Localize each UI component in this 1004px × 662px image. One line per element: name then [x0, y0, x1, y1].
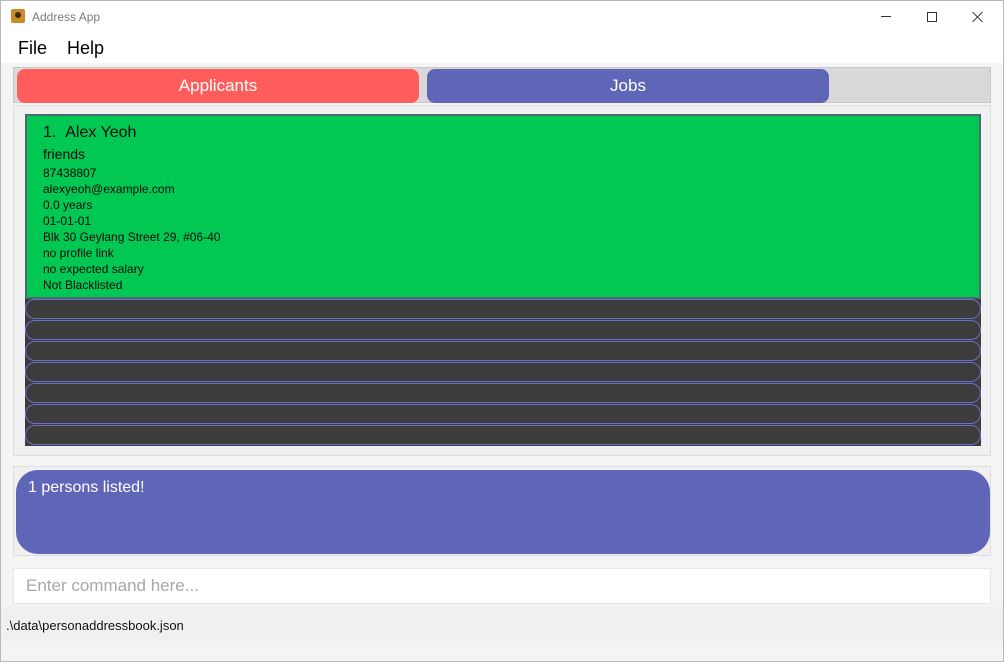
- result-panel: 1 persons listed!: [13, 466, 991, 556]
- person-name-text: Alex Yeoh: [65, 124, 137, 141]
- bottom-strip: [1, 641, 1003, 661]
- list-item[interactable]: [25, 404, 981, 424]
- person-card[interactable]: 1. Alex Yeoh friends 87438807 alexyeoh@e…: [25, 114, 981, 299]
- list-item[interactable]: [25, 341, 981, 361]
- address-book-icon: [11, 9, 25, 23]
- list-item[interactable]: [25, 320, 981, 340]
- person-address: Blk 30 Geylang Street 29, #06-40: [43, 230, 221, 244]
- person-phone: 87438807: [43, 166, 97, 180]
- tab-applicants[interactable]: Applicants: [17, 69, 419, 103]
- tab-jobs[interactable]: Jobs: [427, 69, 829, 103]
- person-blacklist: Not Blacklisted: [43, 278, 123, 292]
- person-name: 1. Alex Yeoh: [43, 124, 136, 142]
- list-item[interactable]: [25, 299, 981, 319]
- person-tag: friends: [43, 146, 86, 162]
- app-window: Address App File Help Applicants Jobs 1.…: [0, 0, 1004, 662]
- list-item[interactable]: [25, 425, 981, 445]
- list-item[interactable]: [25, 383, 981, 403]
- menu-help[interactable]: Help: [67, 38, 104, 59]
- close-button[interactable]: [955, 1, 1001, 32]
- person-experience: 0.0 years: [43, 198, 93, 212]
- maximize-button[interactable]: [909, 1, 955, 32]
- person-profile: no profile link: [43, 246, 114, 260]
- person-email: alexyeoh@example.com: [43, 182, 175, 196]
- menu-file[interactable]: File: [18, 38, 47, 59]
- window-title: Address App: [32, 10, 101, 24]
- tab-bar: Applicants Jobs: [13, 67, 991, 103]
- person-list-panel: 1. Alex Yeoh friends 87438807 alexyeoh@e…: [13, 105, 991, 456]
- person-date: 01-01-01: [43, 214, 92, 228]
- close-icon: [972, 11, 984, 23]
- save-location: .\data\personaddressbook.json: [6, 618, 184, 633]
- list-item[interactable]: [25, 362, 981, 382]
- minimize-icon: [881, 16, 891, 17]
- person-salary: no expected salary: [43, 262, 144, 276]
- title-bar[interactable]: Address App: [1, 1, 1003, 32]
- menu-bar: File Help: [1, 32, 1003, 63]
- maximize-icon: [927, 11, 937, 22]
- result-display: 1 persons listed!: [16, 470, 990, 554]
- command-input[interactable]: [13, 568, 991, 604]
- person-list[interactable]: 1. Alex Yeoh friends 87438807 alexyeoh@e…: [25, 114, 981, 446]
- person-details: 87438807 alexyeoh@example.com 0.0 years …: [43, 165, 220, 293]
- minimize-button[interactable]: [863, 1, 909, 32]
- person-index: 1.: [43, 124, 57, 141]
- status-bar: .\data\personaddressbook.json: [1, 607, 1003, 641]
